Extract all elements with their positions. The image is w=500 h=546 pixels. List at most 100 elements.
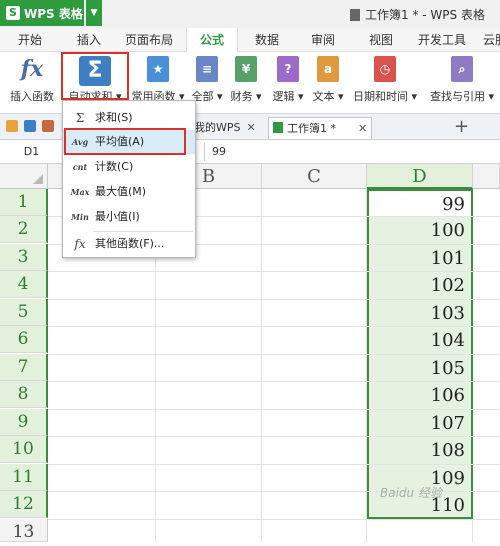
cell-d2[interactable]: 100 <box>367 217 471 244</box>
app-dropdown-icon[interactable]: ▼ <box>86 0 102 26</box>
doc-tab-my-wps-label: 我的WPS <box>194 121 241 134</box>
count-icon: cnt <box>72 162 88 172</box>
name-box[interactable]: D1 <box>0 140 64 164</box>
logic-functions-button[interactable]: ? 逻辑 ▾ <box>270 56 306 112</box>
row-header-12[interactable]: 12 <box>0 491 48 518</box>
menu-item-max[interactable]: Max 最大值(M) <box>63 180 195 204</box>
star-icon: ★ <box>147 56 169 82</box>
column-header-c[interactable]: C <box>262 164 367 189</box>
finance-label: 财务 ▾ <box>230 90 262 103</box>
insert-function-label: 插入函数 <box>10 90 54 103</box>
wps-logo-icon: S <box>6 6 20 20</box>
tab-page-layout[interactable]: 页面布局 <box>118 28 180 52</box>
datetime-functions-button[interactable]: ◷ 日期和时间 ▾ <box>350 56 420 112</box>
document-icon <box>350 8 360 21</box>
app-menu-button[interactable]: S WPS 表格 <box>0 0 84 26</box>
question-icon: ? <box>277 56 299 82</box>
clock-icon: ◷ <box>374 56 396 82</box>
tab-insert[interactable]: 插入 <box>66 28 112 52</box>
tab-home[interactable]: 开始 <box>6 28 54 52</box>
sigma-icon: Σ <box>75 111 85 125</box>
menu-item-count-label: 计数(C) <box>95 160 134 173</box>
max-icon: Max <box>70 187 90 197</box>
cell-d5[interactable]: 103 <box>367 300 471 327</box>
menu-item-sum-label: 求和(S) <box>95 111 133 124</box>
formula-input[interactable]: 99 <box>212 140 226 164</box>
title-bar: S WPS 表格 ▼ 工作簿1 * - WPS 表格 <box>0 0 500 28</box>
cell-d7[interactable]: 105 <box>367 355 471 382</box>
min-icon: Min <box>71 212 89 222</box>
text-label: 文本 ▾ <box>312 90 344 103</box>
grid-line <box>261 189 262 542</box>
lookup-label: 查找与引用 ▾ <box>429 90 495 103</box>
finance-functions-button[interactable]: ¥ 财务 ▾ <box>228 56 264 112</box>
auto-sum-highlight-box <box>61 52 129 100</box>
row-header-4[interactable]: 4 <box>0 271 48 298</box>
tab-review[interactable]: 审阅 <box>302 28 344 52</box>
column-header-e[interactable] <box>473 164 500 189</box>
cell-d6[interactable]: 104 <box>367 327 471 354</box>
search-icon: ⌕ <box>451 56 473 82</box>
menu-item-other-functions[interactable]: fx 其他函数(F)... <box>63 232 195 256</box>
row-header-8[interactable]: 8 <box>0 381 48 408</box>
row-header-13[interactable]: 13 <box>0 519 48 542</box>
row-header-5[interactable]: 5 <box>0 299 48 326</box>
window-title-text: 工作簿1 * - WPS 表格 <box>365 8 485 22</box>
cell-d8[interactable]: 106 <box>367 382 471 409</box>
logic-label: 逻辑 ▾ <box>272 90 304 103</box>
datetime-label: 日期和时间 ▾ <box>352 90 418 103</box>
formula-separator <box>204 143 205 161</box>
grid-line <box>48 519 500 520</box>
text-functions-button[interactable]: a 文本 ▾ <box>310 56 346 112</box>
text-icon: a <box>317 56 339 82</box>
cell-d4[interactable]: 102 <box>367 272 471 299</box>
tab-data[interactable]: 数据 <box>246 28 288 52</box>
print-icon[interactable] <box>42 120 54 132</box>
row-header-6[interactable]: 6 <box>0 326 48 353</box>
close-icon[interactable]: ✕ <box>247 121 256 134</box>
menu-item-min[interactable]: Min 最小值(I) <box>63 205 195 229</box>
menu-item-sum[interactable]: Σ 求和(S) <box>63 106 195 130</box>
insert-function-button[interactable]: fx 插入函数 <box>4 56 60 112</box>
watermark: Baidu 经验 <box>380 486 442 500</box>
menu-item-other-label: 其他函数(F)... <box>95 237 165 250</box>
row-header-10[interactable]: 10 <box>0 436 48 463</box>
tab-view[interactable]: 视图 <box>360 28 402 52</box>
tab-developer[interactable]: 开发工具 <box>414 28 470 52</box>
column-header-d[interactable]: D <box>367 164 473 189</box>
finance-icon: ¥ <box>235 56 257 82</box>
doc-tab-my-wps[interactable]: 我的WPS ✕ <box>190 117 260 139</box>
row-header-1[interactable]: 1 <box>0 189 48 216</box>
select-all-corner[interactable] <box>0 164 48 189</box>
doc-tab-workbook-label: 工作簿1 * <box>287 122 336 135</box>
lookup-functions-button[interactable]: ⌕ 查找与引用 ▾ <box>424 56 500 112</box>
doc-tab-workbook[interactable]: 工作簿1 * ✕ <box>268 117 373 139</box>
tab-formulas[interactable]: 公式 <box>186 28 238 52</box>
cell-d10[interactable]: 108 <box>367 437 471 464</box>
cell-d3[interactable]: 101 <box>367 245 471 272</box>
ribbon-tabs: 开始 插入 页面布局 公式 数据 审阅 视图 开发工具 云服 <box>0 28 500 52</box>
menu-item-min-label: 最小值(I) <box>95 210 140 223</box>
average-highlight-box <box>64 128 186 155</box>
list-icon: ≡ <box>196 56 218 82</box>
row-header-3[interactable]: 3 <box>0 244 48 271</box>
new-tab-plus-icon[interactable]: + <box>454 116 469 137</box>
row-header-9[interactable]: 9 <box>0 409 48 436</box>
cell-d1[interactable]: 99 <box>369 191 471 216</box>
fx-icon: fx <box>74 237 86 251</box>
close-icon[interactable]: ✕ <box>358 122 367 135</box>
row-header-11[interactable]: 11 <box>0 464 48 491</box>
app-name: WPS 表格 <box>24 6 83 21</box>
save-icon[interactable] <box>24 120 36 132</box>
menu-item-max-label: 最大值(M) <box>95 185 147 198</box>
sheet-icon <box>273 122 283 133</box>
row-header-7[interactable]: 7 <box>0 354 48 381</box>
fx-icon: fx <box>20 56 44 82</box>
window-title: 工作簿1 * - WPS 表格 <box>350 6 485 23</box>
cell-d9[interactable]: 107 <box>367 410 471 437</box>
tab-cloud[interactable]: 云服 <box>480 28 500 52</box>
row-header-2[interactable]: 2 <box>0 216 48 243</box>
auto-sum-dropdown-menu: Σ 求和(S) Avg 平均值(A) cnt 计数(C) Max 最大值(M) … <box>62 100 196 258</box>
open-folder-icon[interactable] <box>6 120 18 132</box>
menu-item-count[interactable]: cnt 计数(C) <box>63 155 195 179</box>
